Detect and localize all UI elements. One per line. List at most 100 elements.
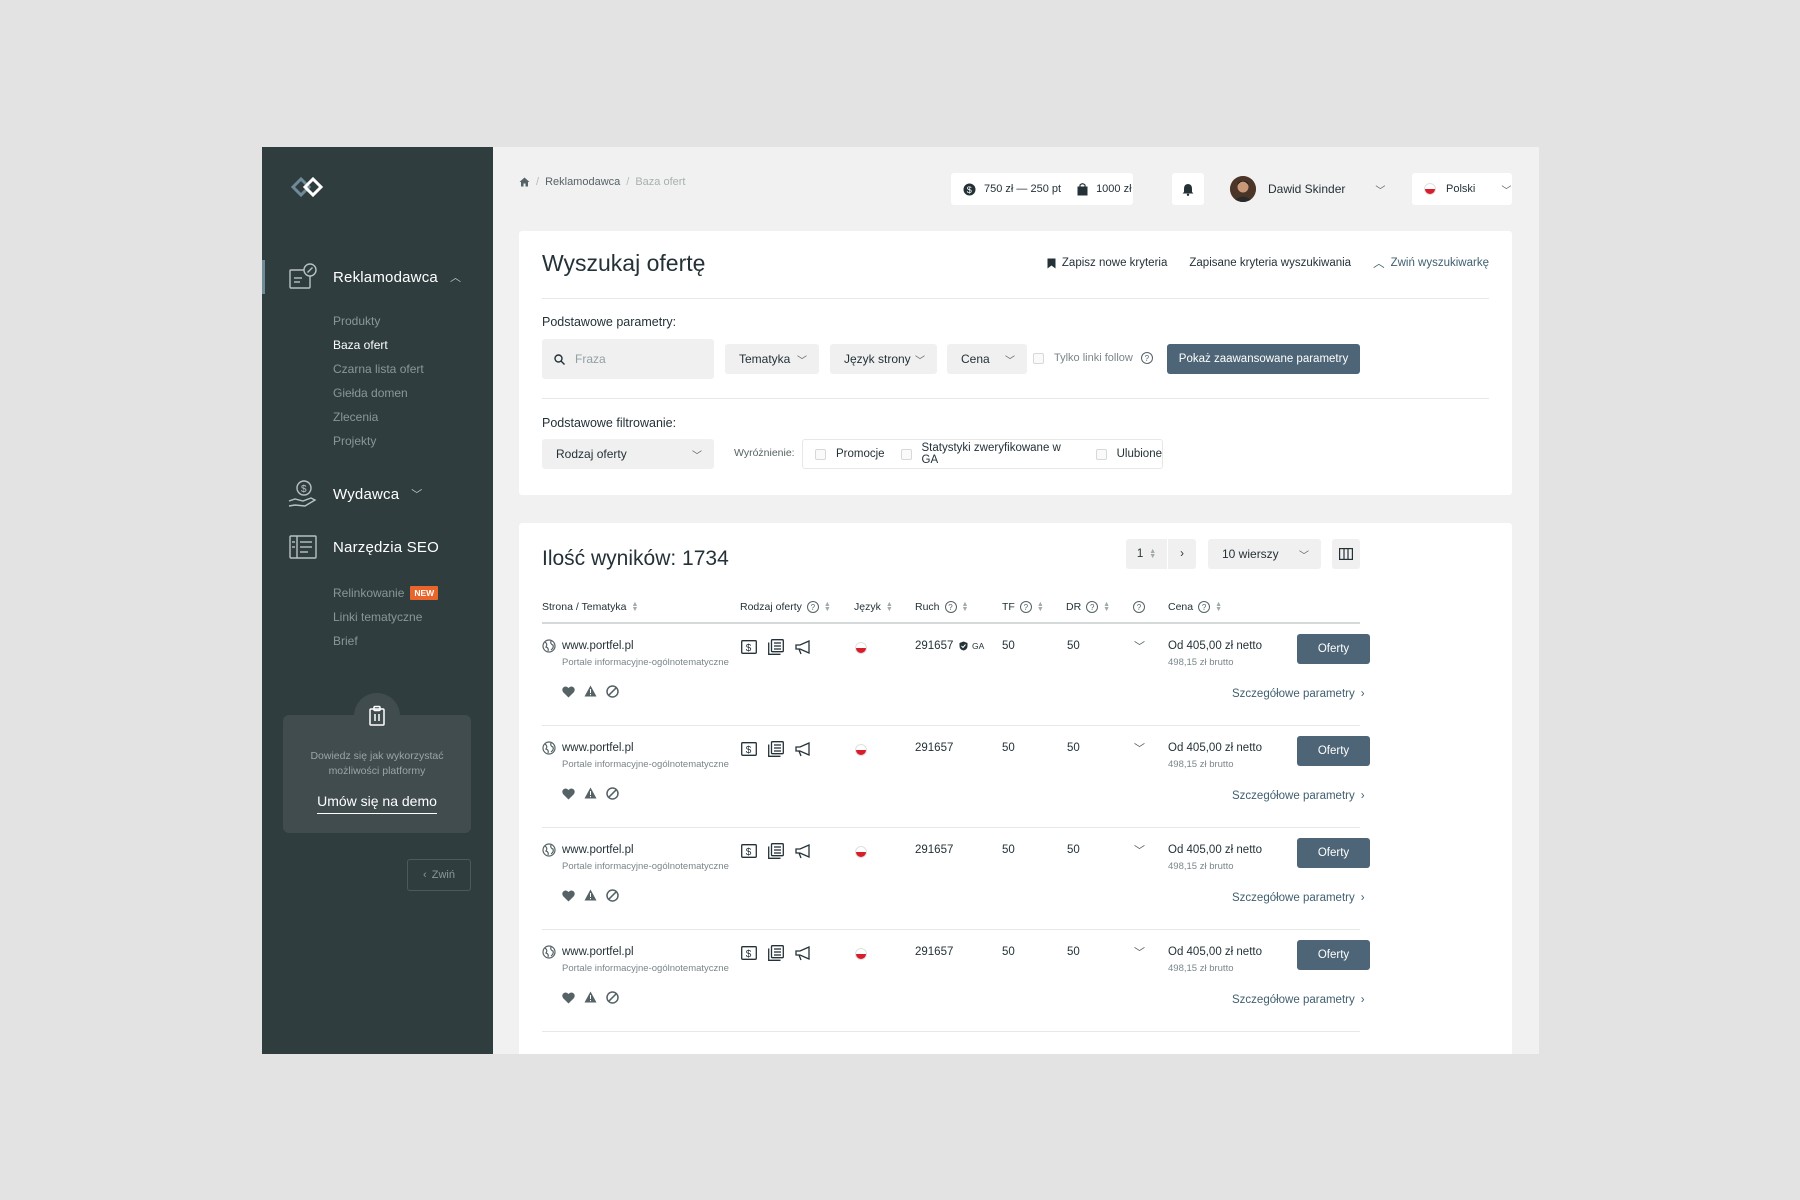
sidebar-item-relinking[interactable]: Relinkowanie NEW: [333, 581, 493, 605]
notifications-button[interactable]: [1172, 173, 1204, 205]
column-settings-button[interactable]: [1332, 539, 1360, 569]
sidebar-section-publisher-header[interactable]: $ Wydawca ﹀: [262, 474, 493, 514]
save-criteria-button[interactable]: Zapisz nowe kryteria: [1047, 255, 1167, 271]
help-icon[interactable]: ?: [1140, 352, 1153, 364]
column-header-offer-type[interactable]: Rodzaj oferty? ▲ ▼: [740, 601, 831, 613]
highlight-options: Promocje Statystyki zweryfikowane w GA U…: [802, 439, 1163, 469]
offers-button[interactable]: Oferty: [1297, 940, 1370, 970]
promotions-checkbox[interactable]: [815, 448, 826, 460]
sidebar-item-blacklist[interactable]: Czarna lista ofert: [333, 357, 493, 381]
svg-text:$: $: [746, 745, 752, 756]
column-header-dr[interactable]: DR? ▲ ▼: [1066, 601, 1110, 613]
highlight-option-ga-verified[interactable]: Statystyki zweryfikowane w GA: [900, 442, 1080, 466]
offer-type-dropdown[interactable]: Rodzaj oferty ﹀: [542, 439, 714, 469]
dr-value: 50: [1067, 640, 1080, 652]
rows-per-page-dropdown[interactable]: 10 wierszy ﹀: [1208, 539, 1321, 569]
expand-row-chevron-icon[interactable]: ﹀: [1134, 842, 1145, 858]
block-icon[interactable]: [606, 787, 619, 800]
logo-icon[interactable]: [287, 172, 327, 202]
sidebar-item-topical-links[interactable]: Linki tematyczne: [333, 605, 493, 629]
chevron-right-icon: ›: [1180, 548, 1184, 560]
column-header-price[interactable]: Cena? ▲ ▼: [1168, 601, 1222, 613]
site-url-link[interactable]: www.portfel.pl: [562, 640, 634, 652]
highlight-option-promotions[interactable]: Promocje: [815, 448, 885, 460]
warning-icon[interactable]: [584, 991, 597, 1003]
article-icon: [768, 741, 784, 757]
offers-button[interactable]: Oferty: [1297, 838, 1370, 868]
sidebar-item-domain-exchange[interactable]: Giełda domen: [333, 381, 493, 405]
sidebar-item-orders[interactable]: Zlecenia: [333, 405, 493, 429]
user-menu[interactable]: Dawid Skinder ﹀: [1230, 171, 1385, 207]
column-header-site[interactable]: Strona / Tematyka ▲ ▼: [542, 601, 638, 613]
warning-icon[interactable]: [584, 787, 597, 799]
breadcrumb-advertiser[interactable]: Reklamodawca: [545, 176, 620, 188]
heart-icon[interactable]: [562, 788, 575, 800]
book-demo-link[interactable]: Umów się na demo: [317, 793, 437, 814]
detailed-params-link[interactable]: Szczegółowe parametry ›: [1232, 994, 1365, 1006]
highlight-option-favorites[interactable]: Ulubione: [1095, 448, 1162, 460]
offers-button[interactable]: Oferty: [1297, 736, 1370, 766]
heart-icon[interactable]: [562, 992, 575, 1004]
site-url-link[interactable]: www.portfel.pl: [562, 844, 634, 856]
sidebar-item-offer-database[interactable]: Baza ofert: [333, 333, 493, 357]
topic-dropdown[interactable]: Tematyka ﹀: [725, 344, 819, 374]
help-icon[interactable]: ?: [1086, 601, 1099, 613]
detailed-params-label: Szczegółowe parametry: [1232, 688, 1355, 700]
expand-row-chevron-icon[interactable]: ﹀: [1134, 638, 1145, 654]
help-icon[interactable]: ?: [1019, 601, 1032, 613]
pagination: 1 ▲ ▼ ›: [1126, 539, 1196, 569]
site-url-link[interactable]: www.portfel.pl: [562, 742, 634, 754]
collapse-search-button[interactable]: ︿ Zwiń wyszukiwarkę: [1373, 255, 1489, 271]
expand-row-chevron-icon[interactable]: ﹀: [1134, 740, 1145, 756]
price-dropdown[interactable]: Cena ﹀: [947, 344, 1027, 374]
block-icon[interactable]: [606, 685, 619, 698]
detailed-params-label: Szczegółowe parametry: [1232, 790, 1355, 802]
page-number-stepper[interactable]: 1 ▲ ▼: [1126, 539, 1168, 569]
sidebar-section-title: Reklamodawca: [333, 268, 438, 286]
ga-verified-checkbox[interactable]: [900, 448, 912, 460]
phrase-search-input[interactable]: Fraza: [542, 339, 714, 379]
site-url-link[interactable]: www.portfel.pl: [562, 946, 634, 958]
help-icon[interactable]: ?: [806, 601, 819, 613]
show-advanced-params-button[interactable]: Pokaż zaawansowane parametry: [1167, 344, 1360, 374]
block-icon[interactable]: [606, 991, 619, 1004]
dollar-icon: $: [741, 946, 757, 960]
column-header-traffic[interactable]: Ruch? ▲ ▼: [915, 601, 968, 613]
sidebar-item-projects[interactable]: Projekty: [333, 429, 493, 453]
follow-only-checkbox[interactable]: [1033, 352, 1044, 364]
saved-criteria-link[interactable]: Zapisane kryteria wyszukiwania: [1189, 255, 1351, 271]
column-header-help[interactable]: ?: [1133, 601, 1145, 613]
sidebar-item-brief[interactable]: Brief: [333, 629, 493, 653]
favorites-checkbox[interactable]: [1095, 448, 1107, 460]
help-icon[interactable]: ?: [944, 601, 957, 613]
detailed-params-link[interactable]: Szczegółowe parametry ›: [1232, 688, 1365, 700]
sidebar-item-products[interactable]: Produkty: [333, 309, 493, 333]
block-icon[interactable]: [606, 889, 619, 902]
detailed-params-link[interactable]: Szczegółowe parametry ›: [1232, 790, 1365, 802]
language-selector[interactable]: Polski ﹀: [1412, 173, 1512, 205]
warning-icon[interactable]: [584, 889, 597, 901]
next-page-button[interactable]: ›: [1168, 548, 1196, 560]
site-language-dropdown[interactable]: Język strony ﹀: [830, 344, 937, 374]
follow-only-option[interactable]: Tylko linki follow ?: [1033, 352, 1153, 364]
warning-icon[interactable]: [584, 685, 597, 697]
heart-icon[interactable]: [562, 686, 575, 698]
heart-icon[interactable]: [562, 890, 575, 902]
column-header-language[interactable]: Język ▲ ▼: [854, 601, 893, 613]
poland-flag-icon: [855, 846, 867, 858]
offers-button[interactable]: Oferty: [1297, 634, 1370, 664]
sidebar-section-seo-header[interactable]: Narzędzia SEO: [262, 527, 493, 567]
price-net: Od 405,00 zł netto: [1168, 946, 1262, 958]
help-icon[interactable]: ?: [1133, 601, 1145, 613]
detailed-params-link[interactable]: Szczegółowe parametry ›: [1232, 892, 1365, 904]
home-icon[interactable]: [519, 177, 530, 187]
column-header-tf[interactable]: TF? ▲ ▼: [1002, 601, 1044, 613]
sidebar-section-advertiser-header[interactable]: Reklamodawca ︿: [262, 257, 493, 297]
balance-value: 750 zł — 250 pt: [984, 183, 1062, 195]
expand-row-chevron-icon[interactable]: ﹀: [1134, 944, 1145, 960]
wallet-summary[interactable]: $ 750 zł — 250 pt 1000 zł: [951, 173, 1133, 205]
rows-per-page-label: 10 wierszy: [1222, 547, 1279, 561]
collapse-sidebar-button[interactable]: ‹ Zwiń: [407, 859, 471, 891]
help-icon[interactable]: ?: [1198, 601, 1211, 613]
chevron-down-icon: ﹀: [411, 489, 423, 501]
